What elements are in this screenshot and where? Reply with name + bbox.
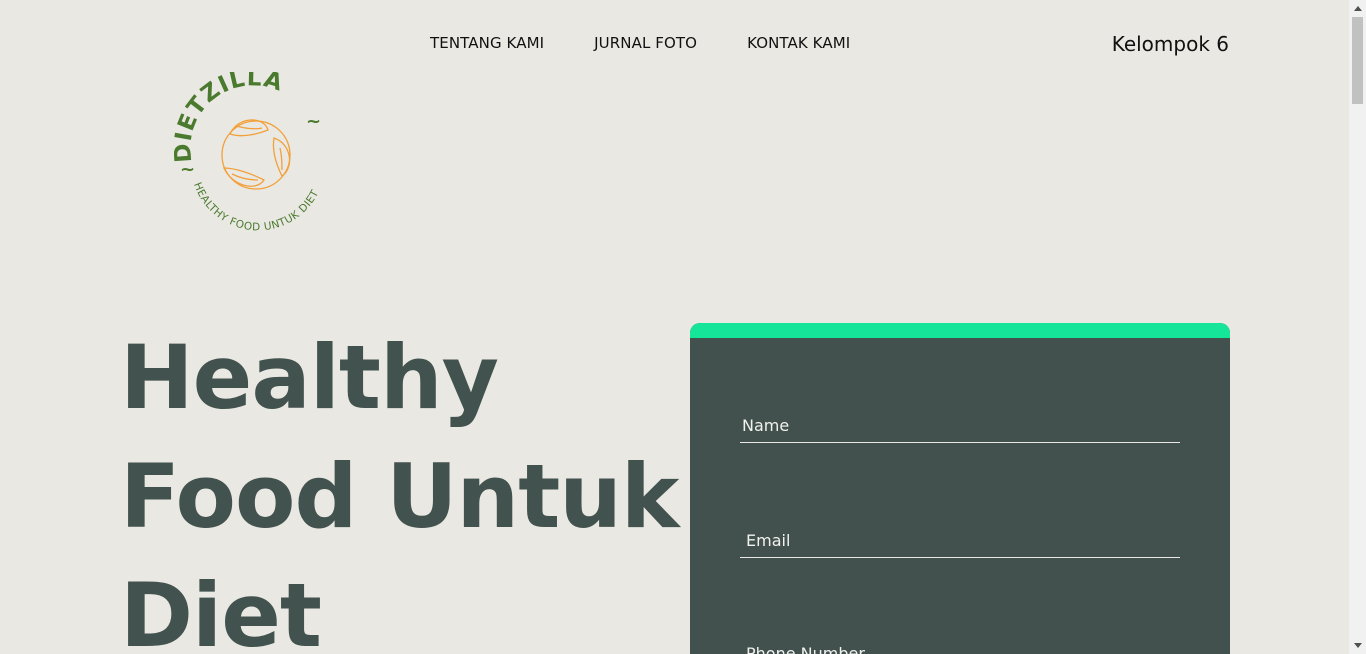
group-name: Kelompok 6: [1111, 32, 1229, 56]
nav-link-tentang-kami[interactable]: TENTANG KAMI: [430, 34, 544, 52]
contact-form-card: [690, 323, 1230, 654]
logo-name: DIETZILLA: [170, 65, 285, 163]
nav-link-kontak-kami[interactable]: KONTAK KAMI: [747, 34, 850, 52]
logo-tilde-left: ~: [180, 159, 195, 180]
hero-line-2: Food Untuk: [120, 445, 679, 548]
email-input[interactable]: [740, 523, 1180, 557]
form-accent-bar: [690, 323, 1230, 338]
main-nav: TENTANG KAMI JURNAL FOTO KONTAK KAMI: [430, 34, 900, 52]
svg-text:DIETZILLA: DIETZILLA: [172, 72, 286, 163]
hero-line-3: Diet: [120, 564, 322, 654]
scrollbar-thumb[interactable]: [1352, 17, 1363, 104]
leaf-icon: [221, 119, 291, 190]
hero-line-1: Healthy: [120, 326, 499, 429]
phone-field: [740, 636, 1180, 654]
chevron-down-icon[interactable]: [1349, 637, 1366, 654]
name-field: [740, 408, 1180, 443]
logo-graphic: DIETZILLA HEALTHY FOOD UNTUK DIET ~ ~: [170, 65, 321, 233]
logo-tilde-right: ~: [306, 111, 321, 132]
dietzilla-logo[interactable]: DIETZILLA HEALTHY FOOD UNTUK DIET ~ ~: [170, 65, 334, 234]
page: TENTANG KAMI JURNAL FOTO KONTAK KAMI Kel…: [0, 0, 1349, 654]
email-field: [740, 523, 1180, 558]
vertical-scrollbar[interactable]: [1349, 0, 1366, 654]
phone-input[interactable]: [740, 636, 1180, 654]
hero-heading: Healthy Food Untuk Diet: [120, 318, 680, 654]
nav-link-jurnal-foto[interactable]: JURNAL FOTO: [594, 34, 697, 52]
name-input[interactable]: [740, 408, 1180, 442]
chevron-up-icon[interactable]: [1349, 0, 1366, 17]
